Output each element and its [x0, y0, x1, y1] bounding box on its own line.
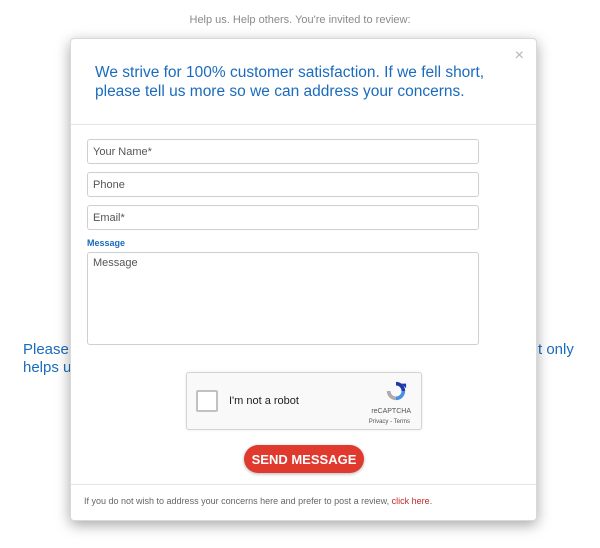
feedback-modal: × We strive for 100% customer satisfacti… — [70, 38, 537, 521]
recaptcha-label: I'm not a robot — [229, 395, 299, 407]
footer-suffix: . — [429, 496, 433, 506]
recaptcha-checkbox[interactable] — [196, 390, 218, 412]
recaptcha-logo-icon — [386, 381, 407, 401]
message-label: Message — [87, 238, 126, 248]
recaptcha-brand: reCAPTCHA — [371, 408, 411, 415]
recaptcha-privacy-link[interactable]: Privacy — [369, 419, 389, 425]
background-invite-text: Help us. Help others. You're invited to … — [189, 14, 411, 26]
phone-field[interactable] — [87, 172, 479, 197]
background-left-text: Please helps u — [23, 341, 72, 376]
modal-title: We strive for 100% customer satisfaction… — [95, 64, 485, 100]
message-field[interactable] — [87, 252, 479, 345]
background-right-text: t only — [538, 341, 574, 358]
modal-header: We strive for 100% customer satisfaction… — [71, 39, 536, 125]
name-field[interactable] — [87, 139, 479, 164]
footer-text: If you do not wish to address your conce… — [84, 496, 392, 506]
modal-footer: If you do not wish to address your conce… — [71, 484, 536, 520]
feedback-form: Message — [71, 125, 536, 345]
recaptcha-links: Privacy - Terms — [369, 419, 410, 425]
send-message-button[interactable]: SEND MESSAGE — [244, 445, 364, 473]
email-field[interactable] — [87, 205, 479, 230]
recaptcha-terms-link[interactable]: Terms — [394, 419, 410, 425]
recaptcha-widget: I'm not a robot reCAPTCHA Privacy - Term… — [186, 372, 422, 430]
click-here-link[interactable]: click here — [392, 496, 430, 506]
close-icon[interactable]: × — [515, 48, 524, 64]
